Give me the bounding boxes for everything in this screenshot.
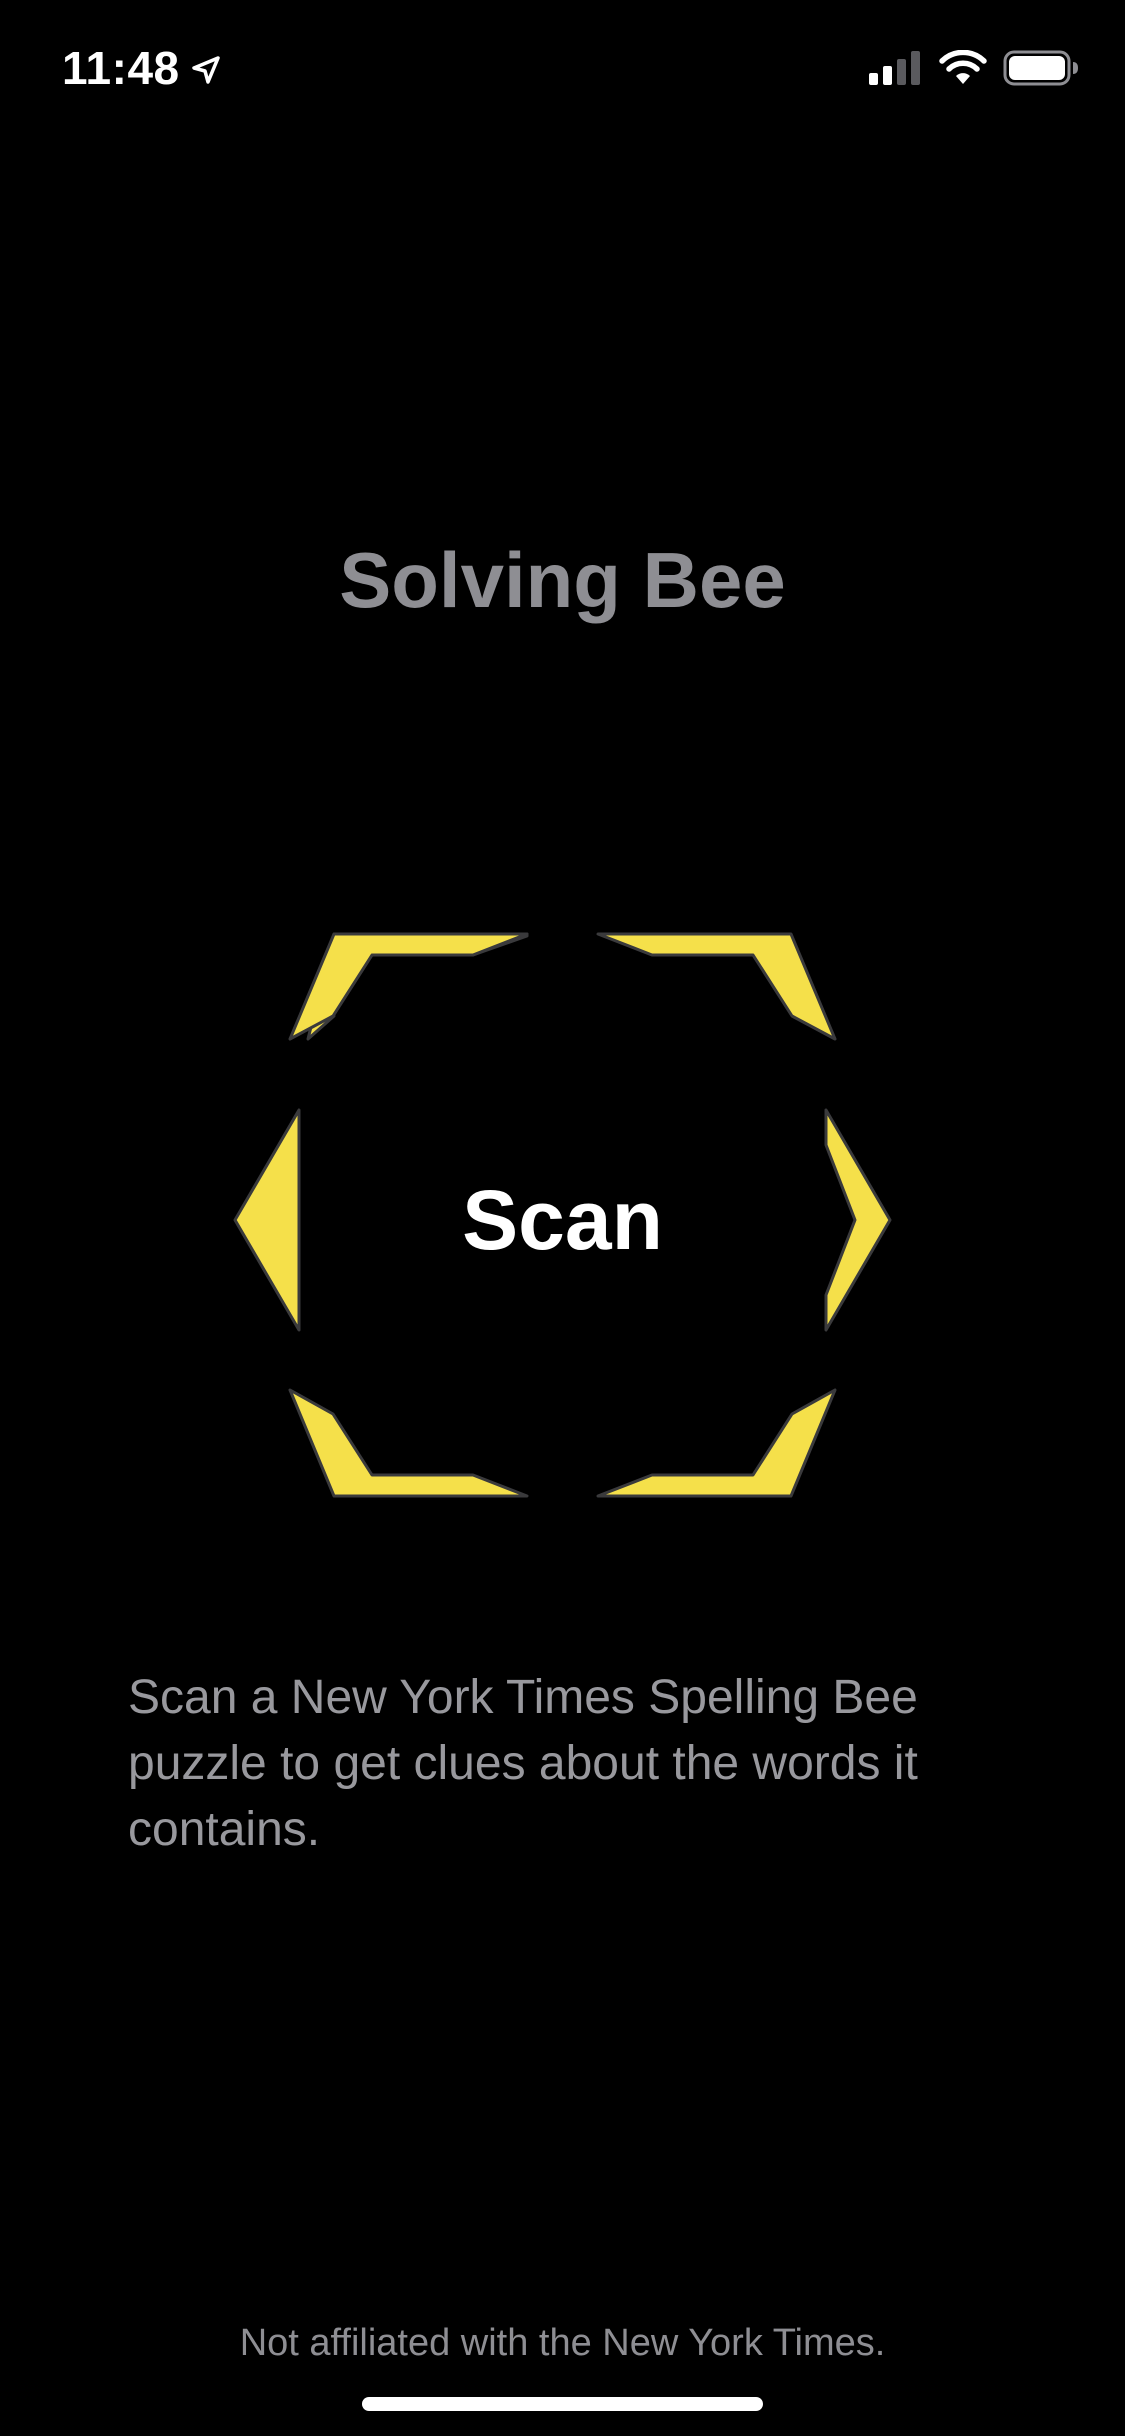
battery-icon [1003,50,1078,86]
location-arrow-icon [191,56,220,84]
status-bar: 11:48 [0,0,1125,140]
cellular-signal-icon [869,51,920,85]
wifi-icon [939,50,987,84]
status-time: 11:48 [62,42,180,94]
disclaimer-text: Not affiliated with the New York Times. [239,2322,886,2364]
home-indicator[interactable] [362,2397,763,2411]
description-text: Scan a New York Times Spelling Bee puzzl… [128,1671,918,1856]
scan-label: Scan [462,1173,663,1267]
scan-button[interactable]: Scan [225,925,900,1505]
page-title: Solving Bee [339,536,786,624]
status-indicators [869,50,1079,86]
status-time-group: 11:48 [62,38,222,98]
